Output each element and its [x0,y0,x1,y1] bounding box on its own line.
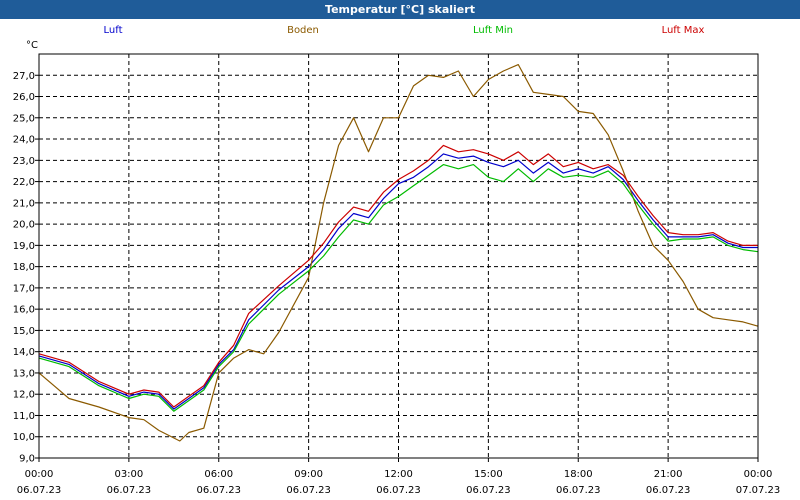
window-title: Temperatur [°C] skaliert [0,0,800,19]
y-axis-unit-label: °C [26,40,38,51]
x-tick-date-label: 06.07.23 [17,485,62,496]
y-tick-label: 21,0 [13,198,35,209]
temperature-chart: Luft Boden Luft Min Luft Max 9,0 10,0 11,0 12,… [13,25,781,496]
y-tick-label: 13,0 [13,368,35,379]
x-tick-date-label: 06.07.23 [196,485,241,496]
legend: Luft Boden Luft Min Luft Max [104,25,705,36]
y-tick-label: 27,0 [13,71,35,82]
x-tick-time-label: 18:00 [564,469,593,480]
x-tick-time-label: 15:00 [474,469,503,480]
y-tick-label: 23,0 [13,156,35,167]
x-tick-time-label: 06:00 [204,469,233,480]
x-tick-date-label: 06.07.23 [107,485,152,496]
y-tick-label: 14,0 [13,347,35,358]
legend-entry-luft-max: Luft Max [662,25,705,36]
y-tick-label: 12,0 [13,390,35,401]
x-tick-time-label: 00:00 [744,469,773,480]
x-tick-time-label: 03:00 [114,469,143,480]
x-tick-date-label: 06.07.23 [286,485,331,496]
y-tick-label: 17,0 [13,283,35,294]
legend-entry-luft: Luft [104,25,123,36]
y-axis: 9,0 10,0 11,0 12,0 13,0 14,0 15,0 16,0 17,0 18,0 1… [13,71,39,465]
x-tick-date-label: 07.07.23 [736,485,781,496]
grid [39,54,758,458]
x-tick-date-label: 06.07.23 [556,485,601,496]
x-tick-time-label: 00:00 [25,469,54,480]
y-tick-label: 22,0 [13,177,35,188]
y-tick-label: 25,0 [13,113,35,124]
x-axis: 00:00 06.07.23 03:00 06.07.23 06:00 06.07.23 0… [17,458,781,496]
x-tick-time-label: 09:00 [294,469,323,480]
legend-entry-luft-min: Luft Min [473,25,513,36]
legend-entry-boden: Boden [287,25,319,36]
y-tick-label: 16,0 [13,305,35,316]
x-tick-date-label: 06.07.23 [376,485,421,496]
y-tick-label: 15,0 [13,326,35,337]
y-tick-label: 11,0 [13,411,35,422]
y-tick-label: 26,0 [13,92,35,103]
x-tick-time-label: 12:00 [384,469,413,480]
x-tick-date-label: 06.07.23 [646,485,691,496]
y-tick-label: 10,0 [13,432,35,443]
y-tick-label: 18,0 [13,262,35,273]
y-tick-label: 19,0 [13,241,35,252]
y-tick-label: 24,0 [13,135,35,146]
x-tick-time-label: 21:00 [654,469,683,480]
y-tick-label: 20,0 [13,220,35,231]
x-tick-date-label: 06.07.23 [466,485,511,496]
chart-window: Temperatur [°C] skaliert Luft Boden Luft M… [0,0,800,500]
series-line-luft-max [38,144,758,408]
y-tick-label: 9,0 [19,454,35,465]
